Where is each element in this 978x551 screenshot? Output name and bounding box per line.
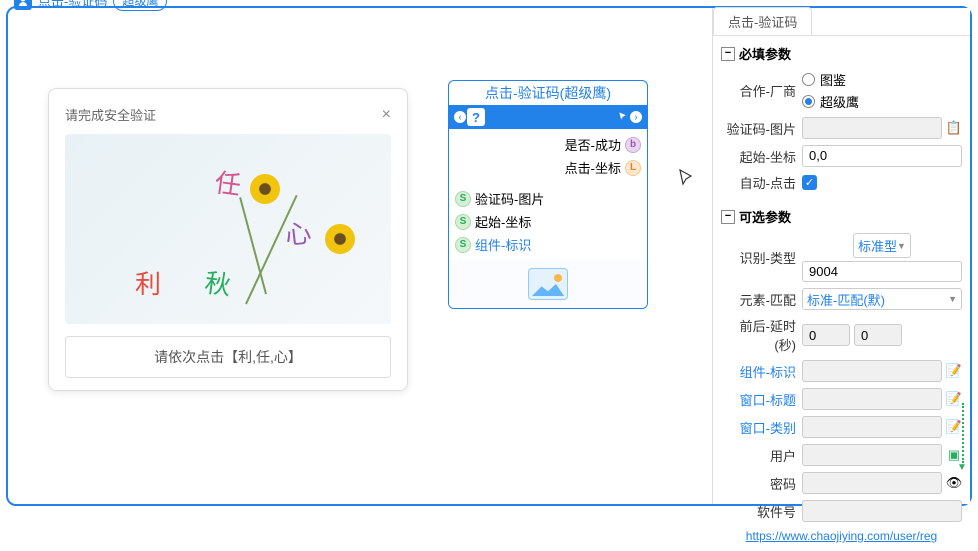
node-title: 点击-验证码(超级鹰) [449, 81, 647, 105]
captcha-dialog: 请完成安全验证 × 任心利 秋 请依次点击【利,任,心】 [48, 88, 408, 391]
chevron-down-icon: ▼ [948, 294, 957, 304]
node-input-label: 组件-标识 [475, 235, 531, 254]
panel-tab[interactable]: 点击-验证码 [713, 7, 812, 35]
node-port-out[interactable]: › [629, 110, 643, 124]
img-label: 验证码-图片 [721, 119, 796, 138]
mouse-cursor-icon [678, 168, 694, 188]
flow-node[interactable]: 点击-验证码(超级鹰) ‹ ? › 是否-成功b点击-坐标L S验证码-图片S起… [448, 80, 648, 309]
type-label: 识别-类型 [721, 248, 796, 267]
captcha-char[interactable]: 秋 [203, 262, 234, 302]
partner-radio-tujian[interactable]: 图鉴 [802, 70, 846, 89]
delay-after-input[interactable] [854, 324, 902, 346]
soft-input[interactable] [802, 500, 962, 522]
partner-label: 合作-厂商 [721, 81, 796, 100]
auto-label: 自动-点击 [721, 173, 796, 192]
partner-radio-chaojiying[interactable]: 超级鹰 [802, 92, 859, 111]
image-icon [528, 268, 568, 300]
chevron-down-icon: ▼ [897, 241, 906, 251]
pass-input[interactable] [802, 472, 942, 494]
optional-section-header[interactable]: − 可选参数 [721, 203, 962, 230]
node-port-badge[interactable]: S [455, 191, 471, 207]
coord-input[interactable]: 0,0 [802, 145, 962, 167]
node-image-slot[interactable] [449, 260, 647, 308]
pass-label: 密码 [721, 474, 796, 493]
delay-before-input[interactable] [802, 324, 850, 346]
node-port-badge[interactable]: L [625, 160, 641, 176]
node-port-in[interactable]: ‹ [453, 110, 467, 124]
wclass-label[interactable]: 窗口-类别 [721, 418, 796, 437]
node-port-badge[interactable]: b [625, 137, 641, 153]
eye-icon[interactable]: 👁 [946, 475, 962, 491]
captcha-char[interactable]: 心 [283, 213, 313, 253]
coord-label: 起始-坐标 [721, 147, 796, 166]
clipboard-icon[interactable]: 📋 [946, 120, 962, 136]
close-icon[interactable]: × [382, 106, 391, 124]
type-select[interactable]: 标准型▼ [853, 233, 911, 258]
required-section-header[interactable]: − 必填参数 [721, 40, 962, 67]
edit-icon[interactable]: 📝 [946, 391, 962, 407]
auto-checkbox[interactable]: ✓ [802, 175, 817, 190]
captcha-char[interactable]: 任 [213, 162, 244, 202]
cursor-icon [617, 111, 629, 123]
wtitle-label[interactable]: 窗口-标题 [721, 390, 796, 409]
captcha-char[interactable]: 利 [135, 264, 161, 301]
node-port-badge[interactable]: S [455, 214, 471, 230]
match-label: 元素-匹配 [721, 290, 796, 309]
flow-arrow-icon [962, 403, 964, 463]
collapse-icon[interactable]: − [721, 47, 735, 61]
edit-icon[interactable]: 📝 [946, 363, 962, 379]
help-icon[interactable]: ? [467, 108, 485, 126]
comp-label[interactable]: 组件-标识 [721, 362, 796, 381]
type-code-input[interactable]: 9004 [802, 261, 962, 282]
node-input-label: 起始-坐标 [475, 212, 531, 231]
contact-icon[interactable]: ▣ [946, 447, 962, 463]
user-label: 用户 [721, 446, 796, 465]
delay-label: 前后-延时(秒) [721, 316, 796, 354]
captcha-instruction[interactable]: 请依次点击【利,任,心】 [65, 336, 391, 378]
soft-label: 软件号 [721, 502, 796, 521]
edit-icon[interactable]: 📝 [946, 419, 962, 435]
img-input[interactable] [802, 117, 942, 139]
collapse-icon[interactable]: − [721, 210, 735, 224]
canvas-area[interactable]: 请完成安全验证 × 任心利 秋 请依次点击【利,任,心】 点击-验证码(超级鹰) … [8, 8, 712, 504]
wtitle-input[interactable] [802, 388, 942, 410]
node-output-label: 是否-成功 [565, 135, 621, 154]
node-port-badge[interactable]: S [455, 237, 471, 253]
properties-panel: 点击-验证码 − 必填参数 合作-厂商 图鉴 超级鹰 验证码-图片 📋 起始-坐… [712, 8, 970, 504]
match-select[interactable]: 标准-匹配(默)▼ [802, 288, 962, 310]
captcha-title: 请完成安全验证 [65, 105, 156, 124]
wclass-input[interactable] [802, 416, 942, 438]
node-output-label: 点击-坐标 [565, 158, 621, 177]
comp-input[interactable] [802, 360, 942, 382]
node-input-label: 验证码-图片 [475, 189, 544, 208]
user-input[interactable] [802, 444, 942, 466]
captcha-image[interactable]: 任心利 秋 [65, 134, 391, 324]
register-url-link[interactable]: https://www.chaojiying.com/user/reg [721, 525, 962, 547]
